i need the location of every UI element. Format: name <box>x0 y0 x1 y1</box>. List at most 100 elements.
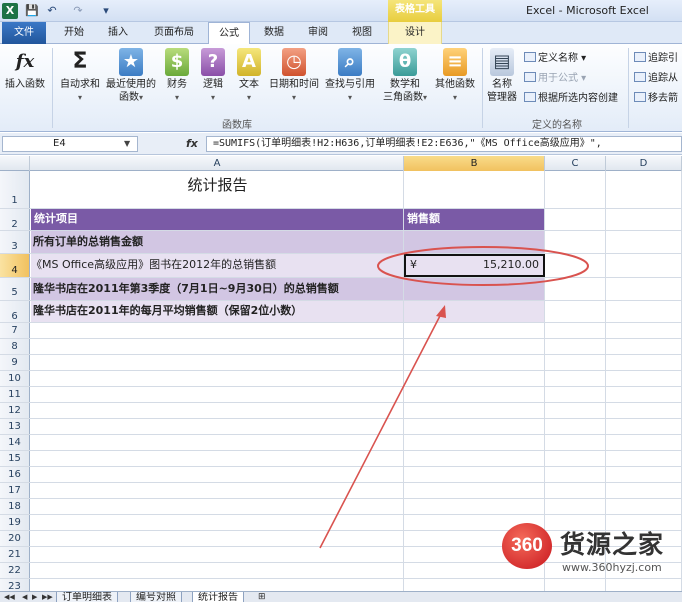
row-header[interactable]: 20 <box>0 531 30 546</box>
trace-precedents-button[interactable]: 追踪引 <box>634 52 678 66</box>
row-header[interactable]: 1 <box>0 171 30 208</box>
item-total-sales-cell[interactable]: 所有订单的总销售金额 <box>31 231 404 253</box>
empty-cell[interactable] <box>606 339 682 354</box>
empty-cell[interactable] <box>545 467 606 482</box>
item-book-sales-cell[interactable]: 《MS Office高级应用》图书在2012年的总销售额 <box>31 254 404 277</box>
tab-review[interactable]: 审阅 <box>300 22 336 44</box>
row-header[interactable]: 11 <box>0 387 30 402</box>
use-in-formula-button[interactable]: 用于公式 ▾ <box>524 72 586 86</box>
row-header[interactable]: 4 <box>0 254 30 277</box>
column-header-d[interactable]: D <box>606 156 682 171</box>
logical-button[interactable]: ? 逻辑 ▾ <box>196 48 230 104</box>
empty-cell[interactable] <box>606 403 682 418</box>
row-header[interactable]: 13 <box>0 419 30 434</box>
last-sheet-icon[interactable]: ▶▶ <box>42 592 53 602</box>
row-header[interactable]: 7 <box>0 323 30 338</box>
empty-cell[interactable] <box>31 387 404 402</box>
next-sheet-icon[interactable]: ▶ <box>32 592 37 602</box>
item-q3-sales-cell[interactable]: 隆华书店在2011年第3季度（7月1日~9月30日）的总销售额 <box>31 278 404 300</box>
tab-page-layout[interactable]: 页面布局 <box>146 22 202 44</box>
customize-toolbar-icon[interactable]: ▾ <box>98 3 114 19</box>
row-header[interactable]: 17 <box>0 483 30 498</box>
sheet-tab-lookup[interactable]: 编号对照 <box>130 592 182 602</box>
excel-app-icon[interactable]: X <box>2 3 18 19</box>
empty-cell[interactable] <box>606 435 682 450</box>
empty-cell[interactable] <box>31 435 404 450</box>
row-header[interactable]: 18 <box>0 499 30 514</box>
tab-view[interactable]: 视图 <box>344 22 380 44</box>
prev-sheet-icon[interactable]: ◀ <box>22 592 27 602</box>
item-monthly-avg-cell[interactable]: 隆华书店在2011年的每月平均销售额（保留2位小数） <box>31 301 404 322</box>
cell-d3[interactable] <box>606 231 682 253</box>
row-header[interactable]: 5 <box>0 278 30 300</box>
redo-icon[interactable]: ↷ <box>70 3 86 19</box>
empty-cell[interactable] <box>404 451 545 466</box>
empty-cell[interactable] <box>606 483 682 498</box>
row-header[interactable]: 22 <box>0 563 30 578</box>
value-monthly-avg-cell[interactable] <box>404 301 545 322</box>
cell-b1[interactable] <box>404 171 545 208</box>
tab-data[interactable]: 数据 <box>256 22 292 44</box>
empty-cell[interactable] <box>404 467 545 482</box>
empty-cell[interactable] <box>545 387 606 402</box>
name-box[interactable]: E4 <box>2 136 138 152</box>
empty-cell[interactable] <box>545 435 606 450</box>
empty-cell[interactable] <box>404 403 545 418</box>
empty-cell[interactable] <box>31 467 404 482</box>
empty-cell[interactable] <box>606 467 682 482</box>
text-functions-button[interactable]: A 文本 ▾ <box>232 48 266 104</box>
empty-cell[interactable] <box>404 419 545 434</box>
value-total-sales-cell[interactable] <box>404 231 545 253</box>
row-header[interactable]: 14 <box>0 435 30 450</box>
empty-cell[interactable] <box>545 451 606 466</box>
row-header[interactable]: 3 <box>0 231 30 253</box>
row-header[interactable]: 23 <box>0 579 30 591</box>
empty-cell[interactable] <box>606 355 682 370</box>
empty-cell[interactable] <box>31 339 404 354</box>
empty-cell[interactable] <box>606 323 682 338</box>
select-all-button[interactable] <box>0 156 30 171</box>
cell-c4[interactable] <box>545 254 606 277</box>
tab-insert[interactable]: 插入 <box>100 22 136 44</box>
sheet-tab-report[interactable]: 统计报告 <box>192 592 244 602</box>
empty-cell[interactable] <box>545 419 606 434</box>
empty-cell[interactable] <box>404 323 545 338</box>
row-header[interactable]: 15 <box>0 451 30 466</box>
tab-formulas[interactable]: 公式 <box>208 22 250 45</box>
active-cell[interactable]: ¥ 15,210.00 <box>404 254 545 277</box>
value-q3-sales-cell[interactable] <box>404 278 545 300</box>
empty-cell[interactable] <box>606 451 682 466</box>
empty-cell[interactable] <box>404 483 545 498</box>
header-item-cell[interactable]: 统计项目 <box>31 209 404 230</box>
empty-cell[interactable] <box>606 419 682 434</box>
undo-icon[interactable]: ↶ <box>44 3 60 19</box>
row-header[interactable]: 21 <box>0 547 30 562</box>
column-header-c[interactable]: C <box>545 156 606 171</box>
empty-cell[interactable] <box>31 515 404 530</box>
empty-cell[interactable] <box>404 499 545 514</box>
row-header[interactable]: 16 <box>0 467 30 482</box>
empty-cell[interactable] <box>31 531 404 546</box>
tab-home[interactable]: 开始 <box>56 22 92 44</box>
create-from-selection-button[interactable]: 根据所选内容创建 <box>524 92 618 106</box>
cell-c6[interactable] <box>545 301 606 322</box>
row-header[interactable]: 9 <box>0 355 30 370</box>
empty-cell[interactable] <box>31 403 404 418</box>
cell-d6[interactable] <box>606 301 682 322</box>
empty-cell[interactable] <box>404 355 545 370</box>
row-header[interactable]: 10 <box>0 371 30 386</box>
empty-cell[interactable] <box>606 499 682 514</box>
empty-cell[interactable] <box>545 339 606 354</box>
empty-cell[interactable] <box>31 419 404 434</box>
insert-function-fx-icon[interactable]: fx <box>186 136 198 152</box>
cell-c5[interactable] <box>545 278 606 300</box>
empty-cell[interactable] <box>31 579 404 591</box>
empty-cell[interactable] <box>545 323 606 338</box>
column-header-a[interactable]: A <box>31 156 404 171</box>
cell-d1[interactable] <box>606 171 682 208</box>
trace-dependents-button[interactable]: 追踪从 <box>634 72 678 86</box>
define-name-button[interactable]: 定义名称 ▾ <box>524 52 586 66</box>
more-functions-button[interactable]: ≡ 其他函数 ▾ <box>432 48 478 104</box>
empty-cell[interactable] <box>31 355 404 370</box>
empty-cell[interactable] <box>545 355 606 370</box>
